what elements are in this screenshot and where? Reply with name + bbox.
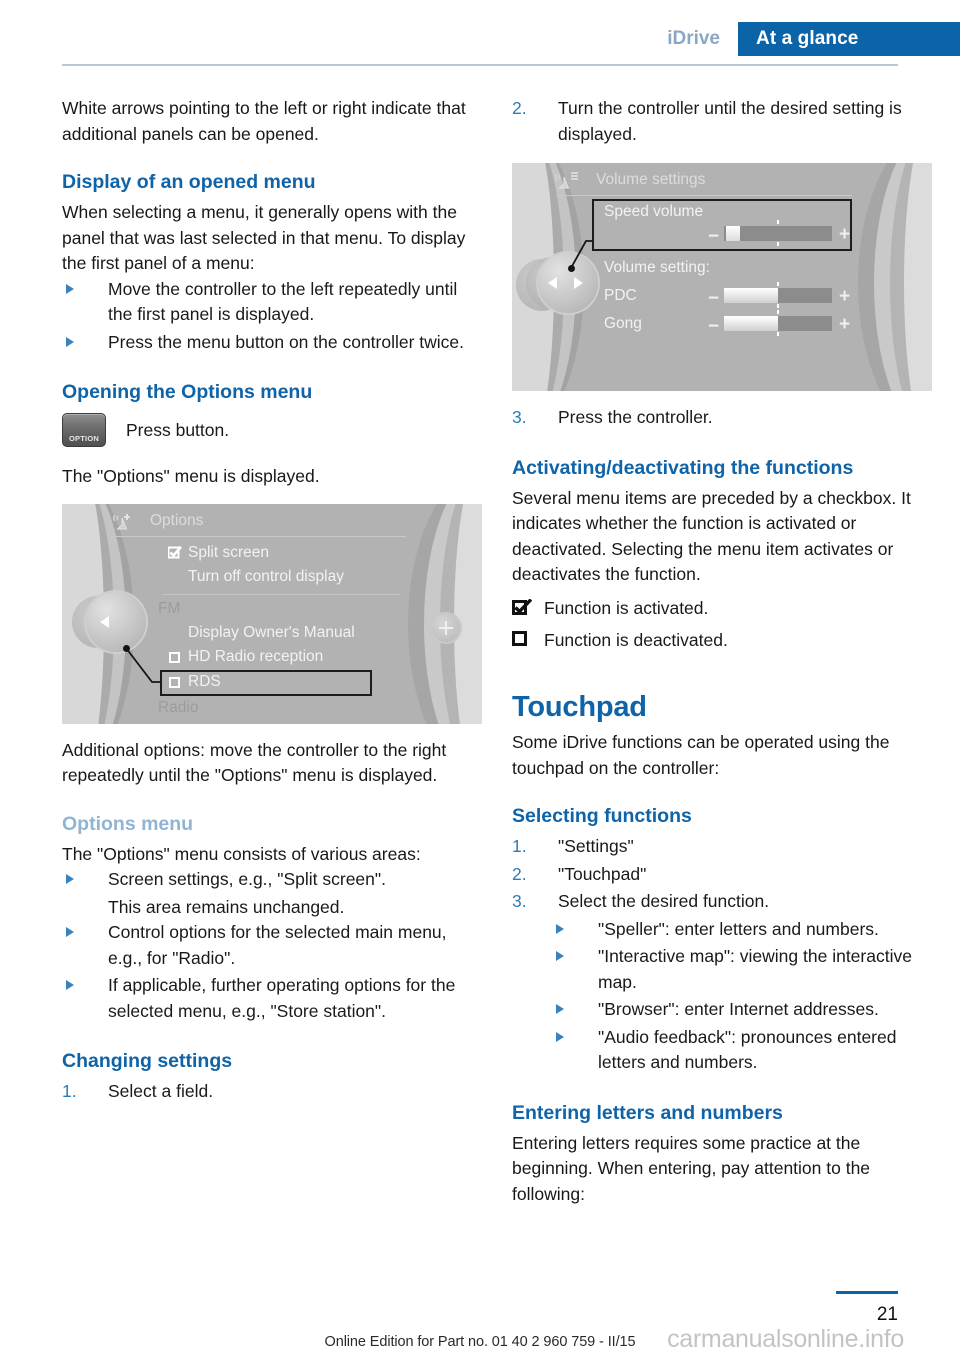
step-number: 1. xyxy=(62,1081,77,1101)
right-column: 2. Turn the controller until the desired… xyxy=(512,96,932,1207)
changing-settings-step-list: 1. Select a field. xyxy=(62,1079,482,1105)
options-menu-screen-illustration: Options Split screen Turn off control di… xyxy=(62,503,482,724)
heading-changing-settings: Changing settings xyxy=(62,1050,233,1072)
options-displayed-paragraph: The "Options" menu is displayed. xyxy=(62,466,320,486)
list-item: 3. Select the desired function. xyxy=(512,889,932,915)
step-number: 3. xyxy=(512,407,527,427)
entering-paragraph: Entering letters requires some practice … xyxy=(512,1132,871,1204)
option-button-instruction: Press button. xyxy=(126,419,230,440)
list-item: Press the menu button on the controller … xyxy=(62,330,482,356)
list-item-label: Select a field. xyxy=(108,1081,214,1101)
list-item: "Audio feedback": pronounces entered let… xyxy=(552,1025,932,1076)
triangle-bullet-icon xyxy=(66,927,74,937)
intro-paragraph: White arrows pointing to the left or rig… xyxy=(62,98,466,144)
heading-options-menu: Options menu xyxy=(62,812,194,835)
display-menu-bullet-list: Move the controller to the left repeated… xyxy=(62,277,482,356)
triangle-bullet-icon xyxy=(66,283,74,294)
page-header: iDrive At a glance xyxy=(0,0,960,62)
list-item-label: "Browser": enter Internet addresses. xyxy=(598,999,879,1019)
list-item-label: Select the desired function. xyxy=(558,891,770,911)
list-item-label: "Settings" xyxy=(558,836,634,856)
activating-paragraph: Several menu items are preceded by a che… xyxy=(512,487,911,585)
list-item: 3. Press the controller. xyxy=(512,405,932,431)
list-item: Screen settings, e.g., "Split screen". xyxy=(62,867,482,893)
footer-edition-note: Online Edition for Part no. 01 40 2 960 … xyxy=(324,1334,636,1350)
step-number: 3. xyxy=(512,891,527,911)
list-item: "Browser": enter Internet addresses. xyxy=(552,997,932,1023)
options-menu-paragraph: The "Options" menu consists of various a… xyxy=(62,843,421,864)
legend-label: Function is deactivated. xyxy=(544,629,728,650)
heading-display-of-an-opened-menu: Display of an opened menu xyxy=(62,171,316,193)
selecting-functions-sub-bullets: "Speller": enter letters and numbers. "I… xyxy=(512,917,932,1076)
touchpad-paragraph: Some iDrive functions can be operated us… xyxy=(512,732,890,778)
list-item: 2. Turn the controller until the desired… xyxy=(512,96,932,147)
heading-opening-the-options-menu: Opening the Options menu xyxy=(62,381,313,403)
list-item: 2. "Touchpad" xyxy=(512,862,932,888)
step-number: 2. xyxy=(512,863,527,884)
display-menu-paragraph: When selecting a menu, it generally open… xyxy=(62,202,466,273)
step-2-list: 2. Turn the controller until the desired… xyxy=(512,96,932,147)
list-item-label: Press the menu button on the controller … xyxy=(108,331,465,352)
step-3-list: 3. Press the controller. xyxy=(512,405,932,431)
header-chapter-banner: At a glance xyxy=(738,22,960,56)
list-item: 1. "Settings" xyxy=(512,834,932,860)
left-column: White arrows pointing to the left or rig… xyxy=(62,96,482,1107)
step-number: 1. xyxy=(512,836,527,856)
triangle-bullet-icon xyxy=(556,923,564,934)
list-item-label: "Touchpad" xyxy=(558,863,647,884)
step-number: 2. xyxy=(512,98,527,118)
list-item: Control options for the selected main me… xyxy=(62,920,482,971)
list-item: "Speller": enter letters and numbers. xyxy=(552,917,932,943)
list-item: "Interactive map": viewing the interacti… xyxy=(552,944,932,995)
list-item-label: Press the controller. xyxy=(558,407,713,427)
list-item: Move the controller to the left repeated… xyxy=(62,277,482,328)
plus-button-icon[interactable] xyxy=(432,613,460,642)
list-item-label: Screen settings, e.g., "Split screen". xyxy=(108,869,386,889)
triangle-bullet-icon xyxy=(556,1031,564,1042)
header-chapter-label: At a glance xyxy=(756,28,859,49)
leader-line-dot xyxy=(568,265,575,272)
additional-options-paragraph: Additional options: move the controller … xyxy=(62,739,447,786)
list-item-label: If applicable, further operating options… xyxy=(108,975,456,1021)
list-item-label: "Speller": enter letters and numbers. xyxy=(598,918,879,939)
leader-line-dot xyxy=(123,644,130,652)
checkbox-checked-icon xyxy=(512,596,534,622)
checkbox-unchecked-icon xyxy=(512,628,534,646)
triangle-bullet-icon xyxy=(556,951,564,961)
volume-settings-screen-illustration: Volume settings Speed volume − + Volume … xyxy=(512,163,932,391)
triangle-bullet-icon xyxy=(556,1004,564,1014)
heading-activating-deactivating-the-functions: Activating/deactivating the functions xyxy=(512,456,854,479)
option-button-row: OPTION Press button. xyxy=(62,410,482,450)
list-item: 1. Select a field. xyxy=(62,1079,482,1105)
list-item-label: "Interactive map": viewing the interacti… xyxy=(598,946,912,992)
heading-entering-letters-and-numbers: Entering letters and numbers xyxy=(512,1101,783,1124)
leader-line xyxy=(125,646,160,683)
header-section-name: iDrive xyxy=(667,22,720,56)
heading-touchpad: Touchpad xyxy=(512,691,647,723)
selecting-functions-step-list: 1. "Settings" 2. "Touchpad" 3. Select th… xyxy=(512,834,932,915)
header-divider xyxy=(62,64,898,66)
legend-function-deactivated: Function is deactivated. xyxy=(512,628,932,654)
footer-accent-rule xyxy=(836,1291,898,1294)
triangle-bullet-icon xyxy=(66,980,74,990)
page-number: 21 xyxy=(876,1304,898,1325)
options-menu-sub-note: This area remains unchanged. xyxy=(108,896,345,917)
list-item: If applicable, further operating options… xyxy=(62,973,482,1024)
legend-function-activated: Function is activated. xyxy=(512,596,932,622)
header-section-label: iDrive xyxy=(667,28,720,49)
list-item-label: Turn the controller until the desired se… xyxy=(558,98,902,144)
option-button-icon-label: OPTION xyxy=(69,434,99,443)
legend-label: Function is activated. xyxy=(544,597,709,618)
list-item-label: "Audio feedback": pronounces entered let… xyxy=(598,1026,897,1073)
options-menu-bullet-list: Screen settings, e.g., "Split screen". xyxy=(62,867,482,893)
list-item-label: Move the controller to the left repeated… xyxy=(108,278,458,325)
triangle-bullet-icon xyxy=(66,336,74,347)
leader-line xyxy=(570,240,592,269)
option-button-icon[interactable]: OPTION xyxy=(62,413,106,447)
heading-selecting-functions: Selecting functions xyxy=(512,805,692,827)
options-menu-bullet-list-cont: Control options for the selected main me… xyxy=(62,920,482,1024)
list-item-label: Control options for the selected main me… xyxy=(108,922,447,968)
triangle-bullet-icon xyxy=(66,874,74,884)
